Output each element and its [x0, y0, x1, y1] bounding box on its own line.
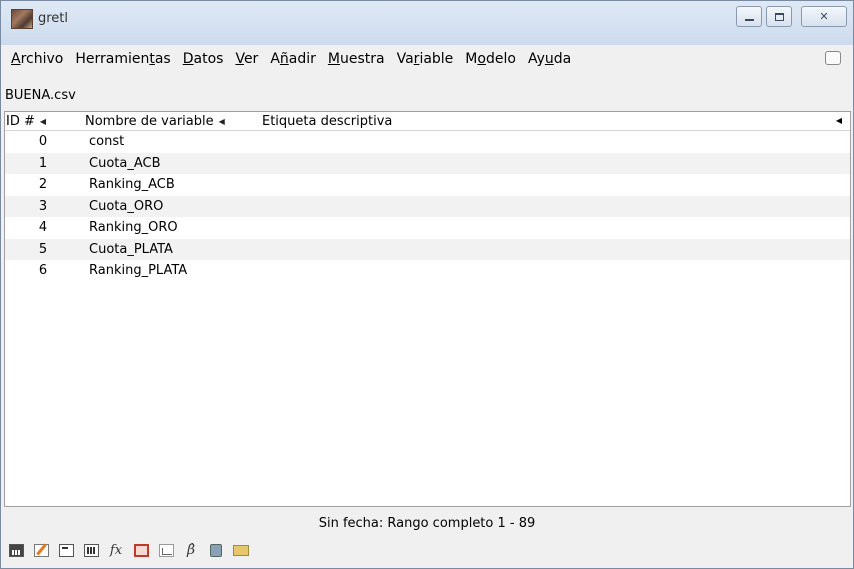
calculator-icon[interactable]	[5, 540, 27, 560]
column-header-id[interactable]: ID # ◀	[5, 114, 84, 129]
menu-ayuda[interactable]: Ayuda	[528, 51, 571, 67]
beta-label: β̂	[186, 542, 196, 558]
beta-model-icon[interactable]: β̂	[180, 540, 202, 560]
table-row[interactable]: 4 Ranking_ORO	[5, 217, 850, 239]
variable-list-header: ID # ◀ Nombre de variable ◀ Etiqueta des…	[5, 112, 850, 131]
bottom-toolbar: fx β̂	[5, 538, 255, 562]
edit-script-icon[interactable]	[30, 540, 52, 560]
table-row[interactable]: 1 Cuota_ACB	[5, 152, 850, 174]
variable-name: Cuota_ORO	[89, 198, 164, 214]
function-fx-icon[interactable]: fx	[105, 540, 127, 560]
variable-rows: 0 const 1 Cuota_ACB 2 Ranking_ACB 3 Cuota_ORO 4 R…	[5, 131, 850, 282]
plot-icon[interactable]	[155, 540, 177, 560]
variable-id: 6	[38, 263, 48, 279]
status-text: Sin fecha: Rango completo 1 - 89	[318, 515, 536, 531]
variable-name: Cuota_ACB	[89, 155, 161, 171]
menu-variable[interactable]: Variable	[397, 51, 454, 67]
gretl-main-window: gretl ✕ Archivo Herramientas Datos Ver A…	[0, 0, 854, 569]
scroll-left-icon[interactable]: ◀	[836, 116, 842, 125]
detach-menu-icon[interactable]	[825, 51, 841, 65]
column-header-label-label: Etiqueta descriptiva	[262, 113, 393, 129]
column-header-name-label: Nombre de variable	[85, 113, 214, 129]
minimize-icon	[744, 18, 754, 21]
sort-left-icon: ◀	[218, 116, 225, 126]
variable-name: Ranking_ACB	[89, 177, 175, 193]
variable-id: 1	[38, 155, 48, 171]
variable-name: Ranking_PLATA	[89, 263, 188, 279]
variable-id: 0	[38, 134, 48, 150]
maximize-button[interactable]	[766, 6, 792, 27]
menu-anadir[interactable]: Añadir	[270, 51, 316, 67]
minimize-button[interactable]	[736, 6, 762, 27]
variable-id: 3	[38, 198, 48, 214]
title-bar[interactable]: gretl ✕	[1, 1, 853, 45]
menu-datos[interactable]: Datos	[183, 51, 224, 67]
terminal-icon[interactable]	[55, 540, 77, 560]
table-row[interactable]: 0 const	[5, 131, 850, 153]
column-header-name[interactable]: Nombre de variable ◀	[84, 114, 261, 129]
folder-icon[interactable]	[230, 540, 252, 560]
maximize-icon	[774, 12, 784, 21]
column-header-label[interactable]: Etiqueta descriptiva	[261, 114, 850, 129]
database-icon[interactable]	[205, 540, 227, 560]
dataset-filename: BUENA.csv	[5, 88, 76, 103]
close-button[interactable]: ✕	[801, 6, 847, 27]
fx-label: fx	[109, 542, 123, 558]
gretl-app-icon[interactable]	[11, 9, 33, 29]
network-icon[interactable]	[130, 540, 152, 560]
session-icons-icon[interactable]	[80, 540, 102, 560]
variable-name: Ranking_ORO	[89, 220, 178, 236]
close-icon: ✕	[819, 10, 829, 23]
menu-archivo[interactable]: Archivo	[11, 51, 63, 67]
table-row[interactable]: 3 Cuota_ORO	[5, 195, 850, 217]
sort-left-icon: ◀	[39, 116, 47, 126]
table-row[interactable]: 5 Cuota_PLATA	[5, 238, 850, 260]
window-title: gretl	[38, 11, 69, 26]
variable-id: 2	[38, 177, 48, 193]
menu-ver[interactable]: Ver	[235, 51, 258, 67]
table-row[interactable]: 2 Ranking_ACB	[5, 174, 850, 196]
variable-list[interactable]: ID # ◀ Nombre de variable ◀ Etiqueta des…	[4, 111, 851, 507]
status-bar: Sin fecha: Rango completo 1 - 89	[1, 512, 853, 534]
table-row[interactable]: 6 Ranking_PLATA	[5, 260, 850, 282]
menu-modelo[interactable]: Modelo	[465, 51, 516, 67]
variable-name: const	[89, 134, 125, 150]
menu-bar: Archivo Herramientas Datos Ver Añadir Mu…	[5, 45, 851, 72]
variable-id: 4	[38, 220, 48, 236]
variable-id: 5	[38, 241, 48, 257]
menu-muestra[interactable]: Muestra	[328, 51, 385, 67]
column-header-id-label: ID #	[6, 113, 35, 129]
variable-name: Cuota_PLATA	[89, 241, 173, 257]
menu-herramientas[interactable]: Herramientas	[75, 51, 170, 67]
